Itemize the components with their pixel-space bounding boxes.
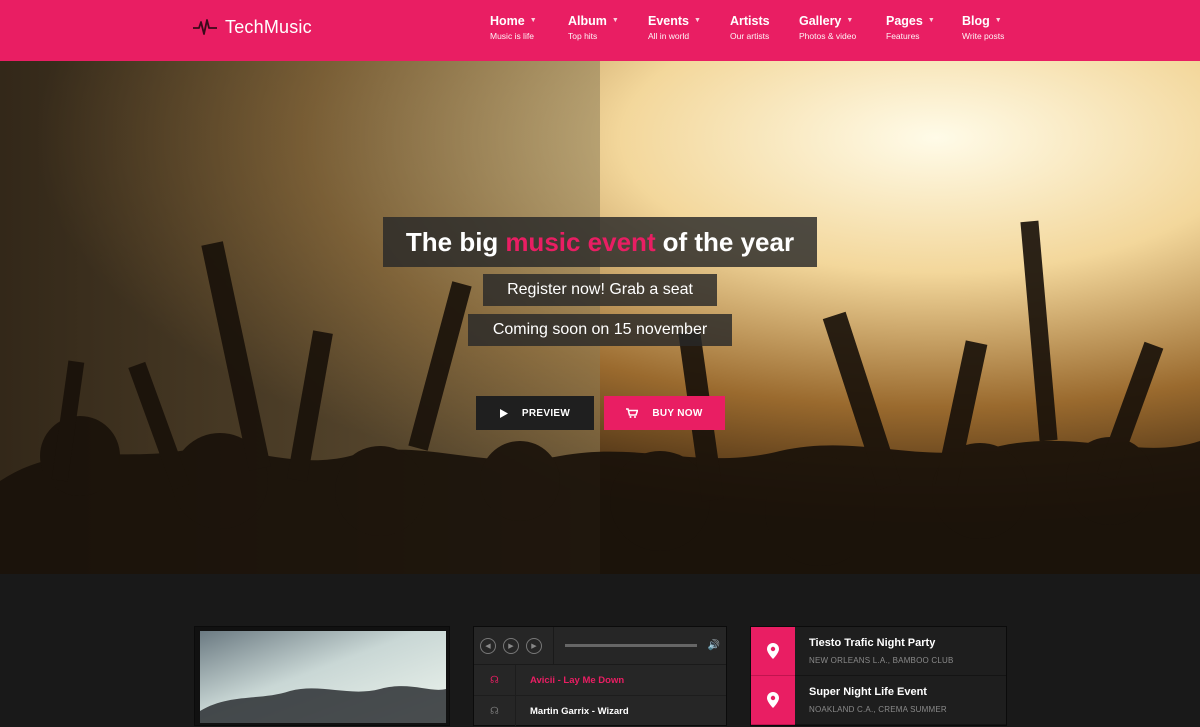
nav-subtitle: Top hits [568,31,598,41]
map-pin-icon [751,627,795,676]
headphones-icon: ☊ [474,695,516,727]
video-thumbnail-panel[interactable] [194,626,450,726]
nav-subtitle: Music is life [490,31,534,41]
nav-label: Home [490,14,525,28]
cart-icon [626,408,639,418]
audio-player: ◀ ▶ ▶ 🔊 ☊ Avicii - Lay Me Down ☊ Martin … [473,626,727,727]
nav-item-gallery[interactable]: Gallery ▼ Photos & video [799,14,856,41]
event-title: Super Night Life Event [809,686,927,698]
headline-post: of the year [662,226,795,257]
buy-now-button[interactable]: BUY NOW [604,396,725,430]
logo[interactable]: TechMusic [193,15,312,39]
chevron-down-icon: ▼ [611,16,619,24]
nav-label: Gallery [799,14,842,28]
nav-item-artists[interactable]: Artists Our artists [730,14,770,41]
chevron-down-icon: ▼ [694,16,701,24]
nav-label: Events [648,14,689,28]
nav-subtitle: Our artists [730,31,770,41]
preview-label: PREVIEW [521,407,571,419]
nav-item-album[interactable]: Album ▼ Top hits [568,14,619,41]
headphones-icon: ☊ [474,664,516,696]
nav-label: Album [568,14,607,28]
nav-subtitle: Features [886,31,920,41]
nav-item-pages[interactable]: Pages ▼ Features [886,14,935,41]
nav-label: Artists [730,14,770,28]
chevron-down-icon: ▼ [846,16,854,24]
brand-name: TechMusic [225,16,312,37]
progress-bar[interactable] [565,644,697,647]
site-header: TechMusic Home ▼ Music is life Album ▼ Top… [0,0,1200,61]
track-name: Martin Garrix - Wizard [530,705,629,717]
chevron-down-icon: ▼ [529,16,537,24]
play-icon [499,408,508,418]
event-item[interactable]: Tiesto Trafic Night Party NEW ORLEANS L.… [751,627,1006,676]
event-location: NOAKLAND C.A., CREMA SUMMER [809,705,947,714]
concert-thumbnail-image [200,631,446,723]
buy-now-label: BUY NOW [652,407,703,419]
track-name: Avicii - Lay Me Down [530,674,625,686]
hero-subtitle-date: Coming soon on 15 november [468,314,732,346]
hero-headline: The big music event of the year [383,217,817,267]
nav-label: Pages [886,14,923,28]
event-title: Tiesto Trafic Night Party [809,637,936,649]
nav-label: Blog [962,14,990,28]
player-controls: ◀ ▶ ▶ 🔊 [474,626,726,665]
play-icon[interactable]: ▶ [503,637,519,654]
event-location: NEW ORLEANS L.A., BAMBOO CLUB [809,656,954,665]
hero-banner: The big music event of the year Register… [0,61,1200,574]
events-list: Tiesto Trafic Night Party NEW ORLEANS L.… [750,626,1007,726]
playlist-track[interactable]: ☊ Martin Garrix - Wizard [474,695,726,727]
nav-subtitle: All in world [648,31,690,41]
volume-icon[interactable]: 🔊 [708,640,720,651]
nav-item-blog[interactable]: Blog ▼ Write posts [962,14,1004,41]
pulse-icon [193,19,217,35]
nav-subtitle: Write posts [962,31,1005,41]
chevron-down-icon: ▼ [927,16,935,24]
chevron-down-icon: ▼ [994,16,1002,24]
previous-icon[interactable]: ◀ [480,637,496,654]
divider [553,626,554,665]
map-pin-icon [751,676,795,725]
nav-item-events[interactable]: Events ▼ All in world [648,14,701,41]
headline-accent: music event [505,226,656,257]
features-section: ◀ ▶ ▶ 🔊 ☊ Avicii - Lay Me Down ☊ Martin … [0,574,1200,727]
hero-subtitle-register: Register now! Grab a seat [483,274,717,306]
preview-button[interactable]: PREVIEW [476,396,594,430]
headline-pre: The big [405,226,499,257]
nav-subtitle: Photos & video [799,31,857,41]
playlist-track[interactable]: ☊ Avicii - Lay Me Down [474,664,726,696]
next-icon[interactable]: ▶ [526,637,542,654]
event-item[interactable]: Super Night Life Event NOAKLAND C.A., CR… [751,676,1006,725]
nav-item-home[interactable]: Home ▼ Music is life [490,14,537,41]
